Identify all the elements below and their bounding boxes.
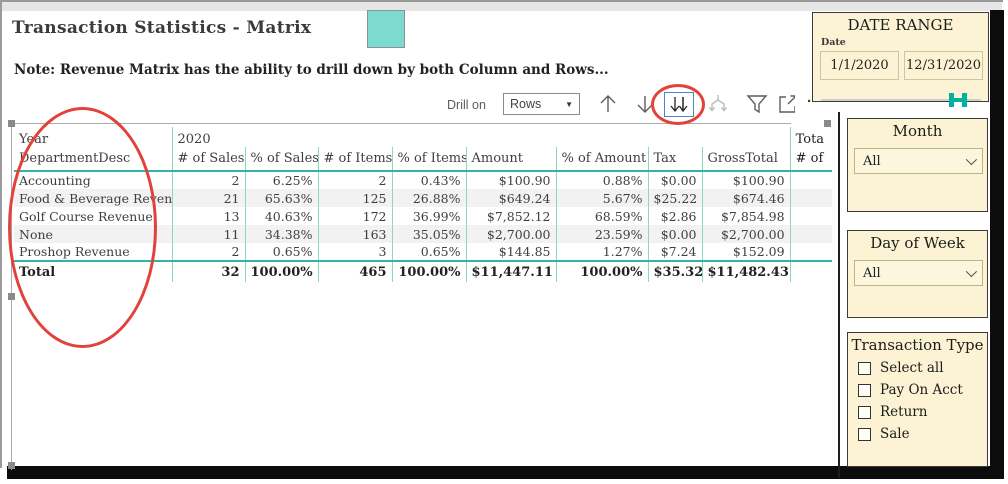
matrix-row-none[interactable]: None 11 34.38% 163 35.05% $2,700.00 23.5… — [14, 225, 833, 243]
transaction-type-title: Transaction Type — [851, 336, 984, 354]
total-column-subheader: # of — [789, 147, 833, 172]
frame-shadow-bottom — [7, 466, 1004, 479]
date-field-label: Date — [821, 37, 846, 48]
expand-all-down-icon[interactable] — [664, 92, 694, 117]
transaction-type-panel: Transaction Type Select all Pay On Acct … — [847, 332, 988, 467]
date-range-panel: DATE RANGE Date 1/1/2020 12/31/2020 — [812, 12, 989, 107]
matrix-resize-handle-midleft[interactable] — [8, 293, 15, 300]
filter-icon[interactable] — [745, 92, 769, 116]
col-header-num-sales[interactable]: # of Sales — [171, 147, 245, 172]
month-panel: Month All — [847, 118, 988, 212]
row-header-departmentdesc[interactable]: DepartmentDesc — [14, 147, 172, 172]
checkbox-row-pay-on-acct[interactable]: Pay On Acct — [858, 382, 987, 398]
start-date-input[interactable]: 1/1/2020 — [820, 51, 899, 80]
total-label: Total — [14, 260, 172, 282]
matrix-row-proshop[interactable]: Proshop Revenue 2 0.65% 3 0.65% $144.85 … — [14, 243, 833, 261]
chevron-down-icon — [965, 265, 978, 278]
matrix-resize-handle-topleft[interactable] — [8, 120, 15, 127]
frame-shadow-right — [990, 10, 1004, 478]
matrix-resize-handle-bottomleft[interactable] — [8, 462, 15, 469]
note-text: Note: Revenue Matrix has the ability to … — [14, 62, 609, 78]
window-top-strip — [2, 2, 1002, 11]
matrix-row-total: Total 32 100.00% 465 100.00% $11,447.11 … — [14, 260, 833, 282]
date-range-slider-handle[interactable] — [949, 93, 967, 107]
col-header-pct-items[interactable]: % of Items — [391, 147, 466, 172]
checkbox-row-sale[interactable]: Sale — [858, 426, 987, 442]
drill-on-label: Drill on — [447, 98, 486, 112]
checkbox-icon[interactable] — [858, 405, 871, 419]
row-label[interactable]: Proshop Revenue — [14, 243, 172, 261]
checkbox-label: Return — [880, 404, 928, 420]
row-label[interactable]: None — [14, 225, 172, 243]
end-date-input[interactable]: 12/31/2020 — [904, 51, 983, 80]
matrix-resize-handle-topright[interactable] — [824, 120, 831, 127]
frame-border-left — [0, 0, 2, 468]
accent-color-swatch — [367, 10, 405, 48]
col-header-grosstotal[interactable]: GrossTotal — [701, 147, 791, 172]
checkbox-icon[interactable] — [858, 427, 871, 441]
drill-down-icon[interactable] — [633, 92, 657, 116]
row-label[interactable]: Food & Beverage Revenue — [14, 189, 172, 207]
checkbox-row-select-all[interactable]: Select all — [858, 360, 987, 376]
expand-next-level-icon — [706, 92, 730, 116]
day-of-week-panel: Day of Week All — [847, 230, 988, 318]
date-range-title: DATE RANGE — [847, 16, 954, 34]
day-of-week-dropdown[interactable]: All — [854, 260, 983, 286]
chevron-down-icon — [965, 153, 978, 166]
drill-on-value: Rows — [510, 97, 542, 111]
layout-divider — [838, 112, 840, 478]
checkbox-label: Select all — [880, 360, 944, 376]
dropdown-arrow-icon: ▼ — [565, 99, 573, 109]
drill-on-dropdown[interactable]: Rows ▼ — [503, 93, 580, 115]
row-label[interactable]: Golf Course Revenue — [14, 207, 172, 225]
matrix-row-golf-course[interactable]: Golf Course Revenue 13 40.63% 172 36.99%… — [14, 207, 833, 225]
col-header-amount[interactable]: Amount — [465, 147, 556, 172]
month-dropdown[interactable]: All — [854, 148, 983, 174]
col-header-num-items[interactable]: # of Items — [317, 147, 392, 172]
matrix-toolbar: Drill on Rows ▼ ··· — [440, 90, 843, 120]
checkbox-label: Sale — [880, 426, 910, 442]
page-title: Transaction Statistics - Matrix — [12, 18, 312, 38]
checkbox-icon[interactable] — [858, 383, 871, 397]
drill-up-icon[interactable] — [596, 92, 620, 116]
day-of-week-value: All — [863, 265, 881, 281]
checkbox-icon[interactable] — [858, 361, 871, 375]
row-label[interactable]: Accounting — [14, 171, 172, 189]
month-title: Month — [892, 122, 943, 140]
column-group-2020[interactable]: 2020 — [171, 127, 791, 147]
col-header-pct-amount[interactable]: % of Amount — [555, 147, 648, 172]
checkbox-label: Pay On Acct — [880, 382, 963, 398]
day-of-week-title: Day of Week — [870, 234, 965, 252]
col-header-tax[interactable]: Tax — [647, 147, 702, 172]
checkbox-row-return[interactable]: Return — [858, 404, 987, 420]
matrix-row-accounting[interactable]: Accounting 2 6.25% 2 0.43% $100.90 0.88%… — [14, 171, 833, 189]
matrix-selection-border-top — [10, 123, 791, 124]
row-header-year: Year — [19, 132, 49, 147]
month-value: All — [863, 153, 881, 169]
total-column-header: Tota — [789, 127, 833, 147]
col-header-pct-sales[interactable]: % of Sales — [244, 147, 318, 172]
report-page: Transaction Statistics - Matrix Note: Re… — [0, 0, 1008, 484]
matrix-row-food-beverage[interactable]: Food & Beverage Revenue 21 65.63% 125 26… — [14, 189, 833, 207]
revenue-matrix: Year 2020 Tota DepartmentDesc # of Sales… — [14, 127, 833, 282]
